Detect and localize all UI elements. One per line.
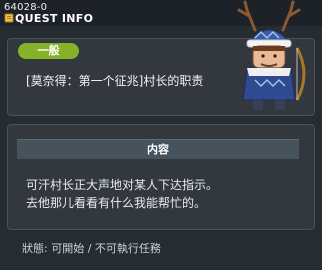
quest-status: 狀態: 可開始 / 不可執行任務 — [22, 242, 161, 255]
npc-antlered-hunter-portrait — [237, 0, 306, 110]
window-title: QUEST INFO — [15, 12, 94, 25]
quest-description-line: 去他那儿看看有什么我能帮忙的。 — [26, 196, 207, 210]
content-section-header: 内容 — [17, 139, 299, 159]
content-header-label: 内容 — [147, 143, 169, 156]
quest-category-badge: 一般 — [18, 43, 79, 59]
quest-info-window: 64028-0 QUEST INFO 一般 [莫奈得：第一个征兆]村长的职责 内… — [0, 0, 322, 270]
quest-title: [莫奈得：第一个征兆]村长的职责 — [26, 74, 204, 88]
quest-description-line: 可汗村长正大声地对某人下达指示。 — [26, 178, 219, 192]
quest-scroll-icon — [4, 13, 14, 23]
